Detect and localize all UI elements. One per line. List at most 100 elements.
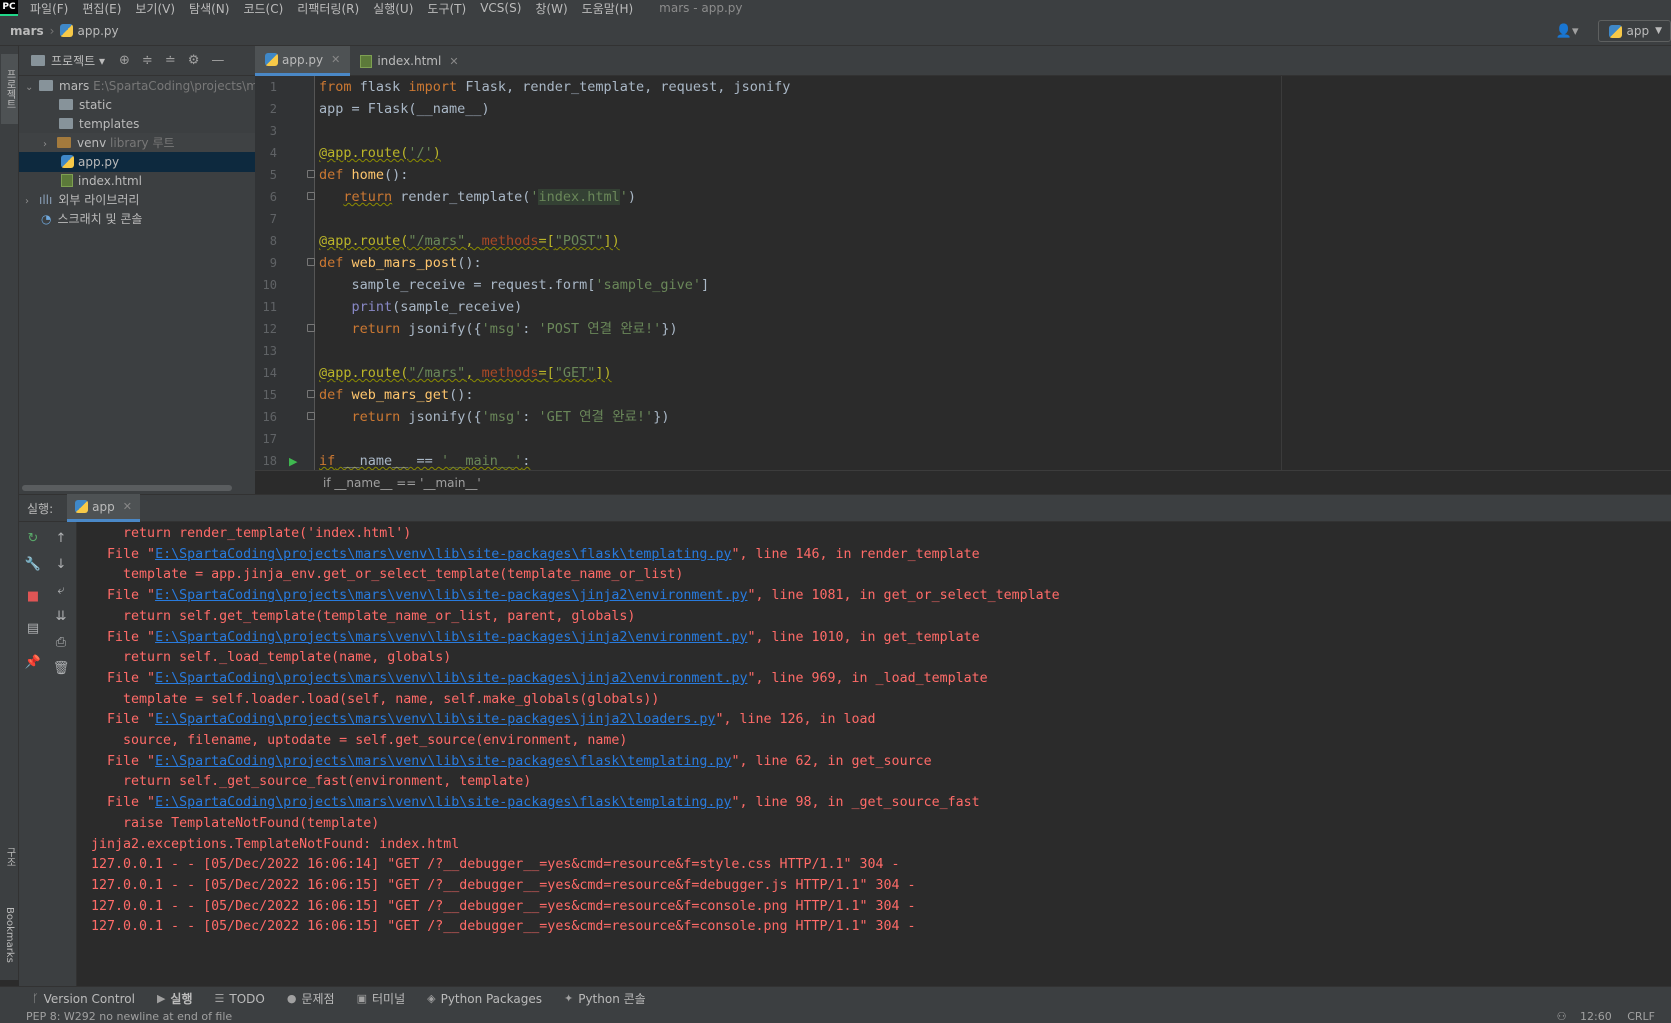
bookmarks-tool-tab[interactable]: Bookmarks	[1, 894, 18, 976]
tool-python-packages[interactable]: ◈ Python Packages	[427, 992, 542, 1006]
menu-view[interactable]: 보기(V)	[135, 0, 175, 16]
console-text: raise TemplateNotFound(template)	[123, 815, 380, 831]
scroll-down-icon[interactable]: ↓	[51, 554, 71, 574]
close-icon[interactable]: ✕	[449, 55, 458, 68]
menu-edit[interactable]: 편집(E)	[82, 0, 121, 16]
console-file-link[interactable]: E:\SpartaCoding\projects\mars\venv\lib\s…	[155, 547, 731, 562]
close-icon[interactable]: ✕	[331, 53, 340, 66]
collapse-all-icon[interactable]: ≐	[165, 53, 176, 68]
tool-label: Version Control	[43, 991, 135, 1006]
code-editor[interactable]: 1 2 3 4 5 6 7 8 9 10 11 12 13 14 15 16 1…	[255, 76, 1671, 470]
console-indent	[91, 630, 107, 645]
status-message[interactable]: PEP 8: W292 no newline at end of file	[26, 1010, 232, 1023]
console-indent	[91, 733, 123, 748]
gear-icon[interactable]: ⚙	[188, 53, 200, 68]
console-indent	[91, 567, 123, 582]
menu-vcs[interactable]: VCS(S)	[480, 1, 521, 15]
tree-node-scratches[interactable]: ◔ 스크래치 및 콘솔	[19, 209, 255, 229]
console-file-link[interactable]: E:\SpartaCoding\projects\mars\venv\lib\s…	[155, 795, 731, 810]
project-tool-tab[interactable]: 프로젝트	[1, 54, 18, 124]
menu-file[interactable]: 파일(F)	[30, 0, 68, 16]
soft-wrap-icon[interactable]: ⤶	[51, 580, 71, 600]
bookmarks-tool-tab-label: Bookmarks	[4, 907, 15, 963]
console-line: 127.0.0.1 - - [05/Dec/2022 16:06:15] "GE…	[91, 875, 916, 897]
console-file-link[interactable]: E:\SpartaCoding\projects\mars\venv\lib\s…	[155, 630, 747, 645]
console-output[interactable]: return render_template('index.html') Fil…	[77, 522, 1671, 986]
run-tab-app[interactable]: app ✕	[67, 494, 140, 522]
code-breadcrumb[interactable]: if __name__ == '__main__'	[323, 476, 481, 490]
fold-marker-icon[interactable]	[307, 324, 315, 332]
tool-python-console[interactable]: ✦ Python 콘솔	[564, 990, 646, 1007]
locate-icon[interactable]: ⊕	[119, 53, 130, 68]
tree-horizontal-scrollbar[interactable]	[22, 485, 232, 491]
tree-node-index-html[interactable]: index.html	[19, 171, 255, 191]
menu-help[interactable]: 도움말(H)	[582, 0, 634, 16]
run-config-selector[interactable]: app ▼	[1598, 20, 1671, 42]
line-separator[interactable]: CRLF	[1627, 1010, 1655, 1023]
tree-node-venv[interactable]: › venv library 루트	[19, 133, 255, 153]
menu-run[interactable]: 실행(U)	[373, 0, 413, 16]
menu-code[interactable]: 코드(C)	[243, 0, 283, 16]
scroll-up-icon[interactable]: ↑	[51, 528, 71, 548]
chevron-down-icon: ▼	[1655, 26, 1662, 36]
left-tool-strip: 프로젝트 구조 Bookmarks	[0, 46, 19, 980]
python-console-icon: ✦	[563, 992, 574, 1005]
stop-icon[interactable]: ■	[23, 586, 43, 606]
rerun-icon[interactable]: ↻	[23, 528, 43, 548]
caret-position[interactable]: 12:60	[1580, 1010, 1612, 1023]
structure-tool-tab[interactable]: 구조	[1, 834, 18, 880]
menu-navigate[interactable]: 탐색(N)	[189, 0, 229, 16]
breadcrumb-project[interactable]: mars	[10, 24, 44, 38]
tree-node-app-py[interactable]: app.py	[19, 152, 255, 172]
tool-todo[interactable]: ☰ TODO	[215, 992, 265, 1006]
close-icon[interactable]: ✕	[123, 500, 132, 513]
fold-marker-icon[interactable]	[307, 258, 315, 266]
line-number: 15	[262, 388, 277, 402]
tool-label: Python 콘솔	[578, 992, 646, 1006]
console-file-link[interactable]: E:\SpartaCoding\projects\mars\venv\lib\s…	[155, 588, 747, 603]
console-line: raise TemplateNotFound(template)	[91, 813, 379, 835]
menu-tools[interactable]: 도구(T)	[427, 0, 466, 16]
tree-node-path: E:\SpartaCoding\projects\m	[93, 79, 255, 93]
lock-icon[interactable]: ⚇	[1557, 1010, 1567, 1023]
folder-icon	[57, 137, 71, 148]
tab-app-py[interactable]: app.py ✕	[255, 46, 351, 76]
scroll-to-end-icon[interactable]: ⇊	[51, 606, 71, 626]
wrench-icon[interactable]: 🔧	[23, 554, 43, 574]
trash-icon[interactable]: 🗑	[51, 658, 71, 678]
layout-icon[interactable]: ▤	[23, 618, 43, 638]
menu-refactor[interactable]: 리팩터링(R)	[297, 0, 359, 16]
tool-terminal[interactable]: ▣ 터미널	[357, 990, 406, 1007]
breadcrumb-file[interactable]: app.py	[60, 23, 119, 38]
pin-icon[interactable]: 📌	[23, 652, 43, 672]
tree-node-mars[interactable]: ⌄ mars E:\SpartaCoding\projects\m	[19, 76, 255, 96]
tool-version-control[interactable]: ᚴ Version Control	[32, 992, 135, 1006]
hide-icon[interactable]: —	[211, 53, 224, 68]
fold-marker-icon[interactable]	[307, 390, 315, 398]
fold-marker-icon[interactable]	[307, 170, 315, 178]
console-line: File "E:\SpartaCoding\projects\mars\venv…	[91, 668, 988, 690]
expand-all-icon[interactable]: ≑	[142, 53, 153, 68]
console-file-link[interactable]: E:\SpartaCoding\projects\mars\venv\lib\s…	[155, 712, 715, 727]
user-icon[interactable]: 👤▾	[1556, 24, 1579, 39]
console-line: 127.0.0.1 - - [05/Dec/2022 16:06:15] "GE…	[91, 896, 916, 918]
fold-marker-icon[interactable]	[307, 192, 315, 200]
tree-node-templates[interactable]: templates	[19, 114, 255, 134]
run-gutter-icon[interactable]: ▶	[289, 455, 297, 468]
html-file-icon	[360, 54, 373, 68]
console-line: File "E:\SpartaCoding\projects\mars\venv…	[91, 709, 876, 731]
tree-node-external-libraries[interactable]: › ıllı 외부 라이브러리	[19, 190, 255, 210]
print-icon[interactable]: ⎙	[51, 632, 71, 652]
fold-marker-icon[interactable]	[307, 412, 315, 420]
tool-run[interactable]: ▶ 실행	[157, 990, 193, 1007]
menu-window[interactable]: 창(W)	[535, 0, 567, 16]
console-file-link[interactable]: E:\SpartaCoding\projects\mars\venv\lib\s…	[155, 754, 731, 769]
tab-index-html[interactable]: index.html ✕	[350, 46, 468, 76]
project-panel-title[interactable]: 프로젝트 ▾	[51, 52, 105, 69]
console-file-link[interactable]: E:\SpartaCoding\projects\mars\venv\lib\s…	[155, 671, 747, 686]
console-line: template = app.jinja_env.get_or_select_t…	[91, 564, 683, 586]
tree-node-static[interactable]: static	[19, 95, 255, 115]
console-text: 127.0.0.1 - - [05/Dec/2022 16:06:15] "GE…	[91, 898, 916, 914]
console-text: return self._get_source_fast(environment…	[123, 774, 532, 790]
tool-problems[interactable]: ● 문제점	[287, 990, 335, 1007]
